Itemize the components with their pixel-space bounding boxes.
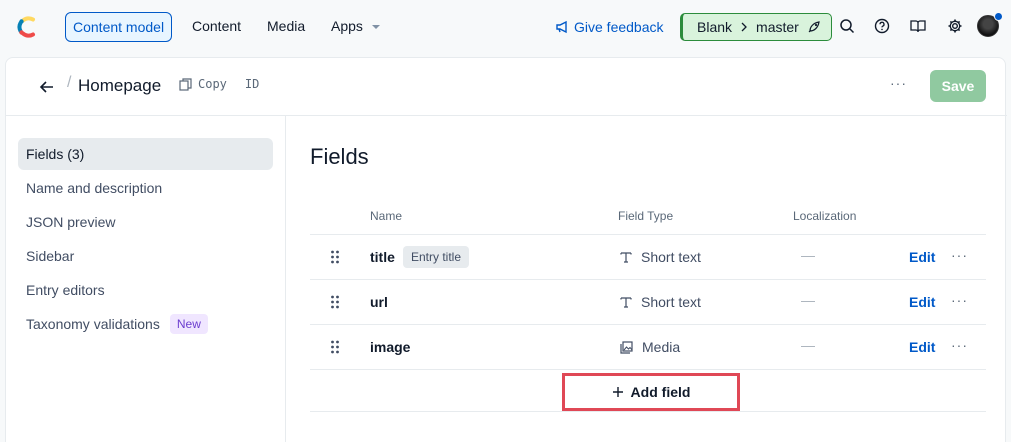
megaphone-icon [556, 20, 567, 34]
row-more-icon[interactable]: ··· [951, 292, 968, 308]
sidebar-item-label: Name and description [26, 180, 163, 196]
sidebar-item-name-and-description[interactable]: Name and description [18, 172, 273, 204]
chevron-right-icon [741, 22, 747, 32]
contentful-logo-icon[interactable] [14, 14, 40, 40]
id-label: ID [244, 77, 260, 91]
table-row[interactable]: image Media Edit ··· [310, 325, 986, 370]
edit-field-button[interactable]: Edit [909, 339, 935, 355]
sidebar-item-taxonomy-validations[interactable]: Taxonomy validations New [18, 308, 273, 340]
space-name: Blank [697, 19, 733, 35]
text-icon [620, 297, 632, 308]
give-feedback-label: Give feedback [574, 19, 664, 35]
copy-id-button[interactable]: Copy ID [179, 77, 259, 91]
settings-icon[interactable] [945, 16, 965, 36]
give-feedback-link[interactable]: Give feedback [555, 12, 664, 42]
content-type-editor: / Homepage Copy ID ··· Save Fields (3) N… [5, 57, 1007, 442]
editor-header: / Homepage Copy ID ··· Save [6, 58, 1007, 116]
page-title: Homepage [78, 76, 162, 95]
nav-media[interactable]: Media [260, 12, 312, 42]
rocket-icon [808, 21, 820, 33]
copy-label: Copy [198, 77, 227, 91]
edit-field-button[interactable]: Edit [909, 294, 935, 310]
table-row[interactable]: url Short text Edit ··· [310, 280, 986, 325]
nav-apps-label: Apps [331, 18, 363, 34]
drag-handle-icon[interactable] [330, 250, 340, 264]
sidebar: Fields (3) Name and description JSON pre… [6, 116, 286, 442]
localization-value [801, 256, 815, 257]
sidebar-item-sidebar[interactable]: Sidebar [18, 240, 273, 272]
new-badge: New [169, 314, 208, 334]
sidebar-item-json-preview[interactable]: JSON preview [18, 206, 273, 238]
table-header: Name Field Type Localization [310, 203, 986, 235]
field-name: image [370, 339, 411, 355]
row-more-icon[interactable]: ··· [951, 247, 968, 263]
text-icon [620, 252, 632, 263]
top-navigation: Content model Content Media Apps Give fe… [0, 0, 1011, 54]
entry-title-badge: Entry title [403, 246, 470, 268]
drag-handle-icon[interactable] [330, 340, 340, 354]
chevron-down-icon [371, 25, 380, 29]
field-type: Media [620, 339, 680, 355]
nav-content[interactable]: Content [185, 12, 248, 42]
localization-value [801, 301, 815, 302]
field-type-label: Short text [641, 294, 701, 310]
column-header-name: Name [370, 209, 403, 223]
docs-icon[interactable] [908, 16, 928, 36]
drag-handle-icon[interactable] [330, 295, 340, 309]
field-name: title [370, 249, 395, 265]
media-icon [620, 340, 633, 354]
nav-content-model[interactable]: Content model [65, 12, 173, 42]
help-icon[interactable] [872, 16, 892, 36]
sidebar-item-fields[interactable]: Fields (3) [18, 138, 273, 170]
row-more-icon[interactable]: ··· [951, 337, 968, 353]
fields-heading: Fields [310, 144, 369, 169]
plus-icon [612, 387, 623, 397]
add-field-label: Add field [630, 384, 691, 400]
sidebar-item-label: JSON preview [26, 214, 116, 230]
sidebar-item-label: Sidebar [26, 248, 75, 264]
notification-dot [994, 12, 1003, 21]
copy-icon [179, 77, 192, 91]
arrow-left-icon[interactable] [38, 78, 56, 96]
more-actions-icon[interactable]: ··· [890, 75, 907, 91]
column-header-field-type: Field Type [618, 209, 674, 223]
field-name: url [370, 294, 388, 310]
field-type: Short text [620, 294, 701, 310]
add-field-row: Add field [310, 371, 986, 412]
environment-switcher[interactable]: Blank master [680, 13, 832, 41]
add-field-button[interactable]: Add field [562, 373, 740, 411]
sidebar-item-label: Entry editors [26, 282, 105, 298]
field-type: Short text [620, 249, 701, 265]
table-row[interactable]: title Entry title Short text Edit ··· [310, 235, 986, 280]
sidebar-item-entry-editors[interactable]: Entry editors [18, 274, 273, 306]
nav-apps[interactable]: Apps [324, 12, 388, 42]
field-type-label: Short text [641, 249, 701, 265]
field-type-label: Media [642, 339, 681, 355]
branch-name: master [756, 19, 799, 35]
search-icon[interactable] [837, 16, 857, 36]
column-header-localization: Localization [793, 209, 857, 223]
breadcrumb-separator: / [67, 74, 72, 91]
sidebar-item-label: Taxonomy validations [26, 316, 160, 332]
save-button[interactable]: Save [930, 70, 986, 102]
localization-value [801, 346, 815, 347]
sidebar-item-label: Fields (3) [26, 146, 85, 162]
edit-field-button[interactable]: Edit [909, 249, 935, 265]
